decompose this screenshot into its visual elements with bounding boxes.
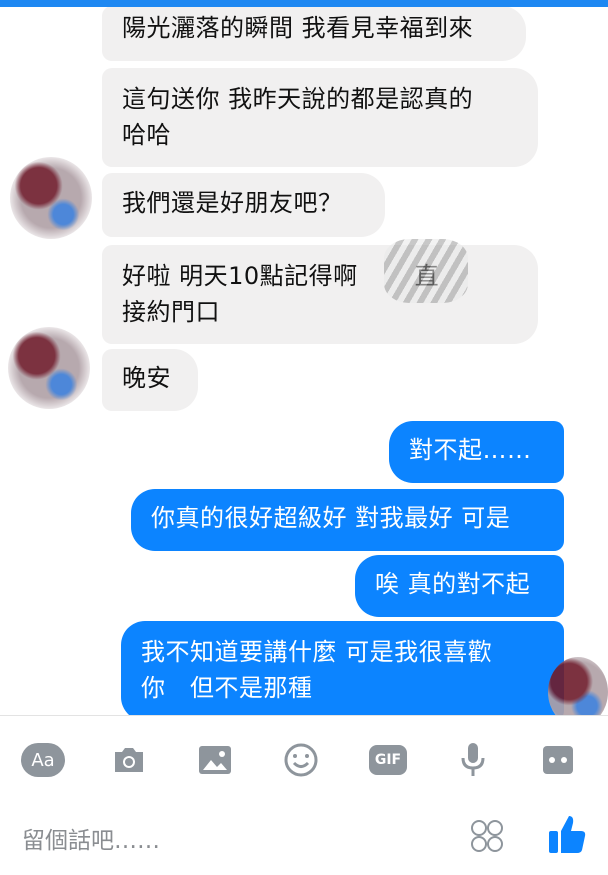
sticker-button[interactable] — [469, 818, 505, 858]
message-bubble-outgoing[interactable]: 對不起…… — [389, 421, 564, 483]
contact-avatar[interactable] — [8, 327, 90, 409]
read-receipt-avatar — [548, 657, 608, 715]
message-bubble-outgoing[interactable]: 唉 真的對不起 — [355, 555, 564, 617]
gif-button[interactable]: GIF — [366, 738, 410, 782]
camera-button[interactable] — [107, 738, 151, 782]
message-bubble-incoming[interactable]: 好啦 明天10點記得啊 直 接約門口 — [102, 245, 538, 344]
microphone-button[interactable] — [451, 738, 495, 782]
message-bubble-outgoing[interactable]: 你真的很好超級好 對我最好 可是 — [131, 489, 564, 551]
message-bubble-incoming[interactable]: 晚安 — [102, 349, 198, 411]
message-input-placeholder[interactable]: 留個話吧…… — [22, 821, 160, 855]
message-bubble-outgoing[interactable]: 我不知道要講什麼 可是我很喜歡 你 但不是那種 — [121, 621, 564, 715]
more-button[interactable] — [536, 738, 580, 782]
emoji-button[interactable] — [279, 738, 323, 782]
conversation-thread[interactable]: 陽光灑落的瞬間 我看見幸福到來 這句送你 我昨天說的都是認真的 哈哈 我們還是好… — [0, 7, 608, 715]
composer-toolbar: Aa GIF — [0, 715, 608, 802]
redaction-smudge — [384, 239, 468, 303]
image-button[interactable] — [193, 738, 237, 782]
text-format-icon: Aa — [21, 743, 65, 777]
gif-icon: GIF — [369, 745, 407, 775]
text-format-button[interactable]: Aa — [21, 738, 65, 782]
message-bubble-incoming[interactable]: 這句送你 我昨天說的都是認真的 哈哈 — [102, 68, 538, 167]
camera-icon — [115, 748, 143, 772]
microphone-icon — [461, 743, 485, 776]
message-composer[interactable]: 留個話吧…… — [0, 801, 608, 875]
like-button[interactable] — [548, 813, 586, 859]
message-bubble-incoming[interactable]: 陽光灑落的瞬間 我看見幸福到來 — [102, 7, 526, 61]
contact-avatar[interactable] — [10, 157, 92, 239]
thumbs-up-icon — [549, 816, 586, 853]
sticker-icon — [471, 820, 503, 852]
top-accent-bar — [0, 0, 608, 7]
more-icon — [543, 746, 573, 774]
emoji-icon — [284, 743, 318, 777]
image-icon — [199, 746, 231, 774]
message-bubble-incoming[interactable]: 我們還是好朋友吧？ — [102, 173, 385, 237]
